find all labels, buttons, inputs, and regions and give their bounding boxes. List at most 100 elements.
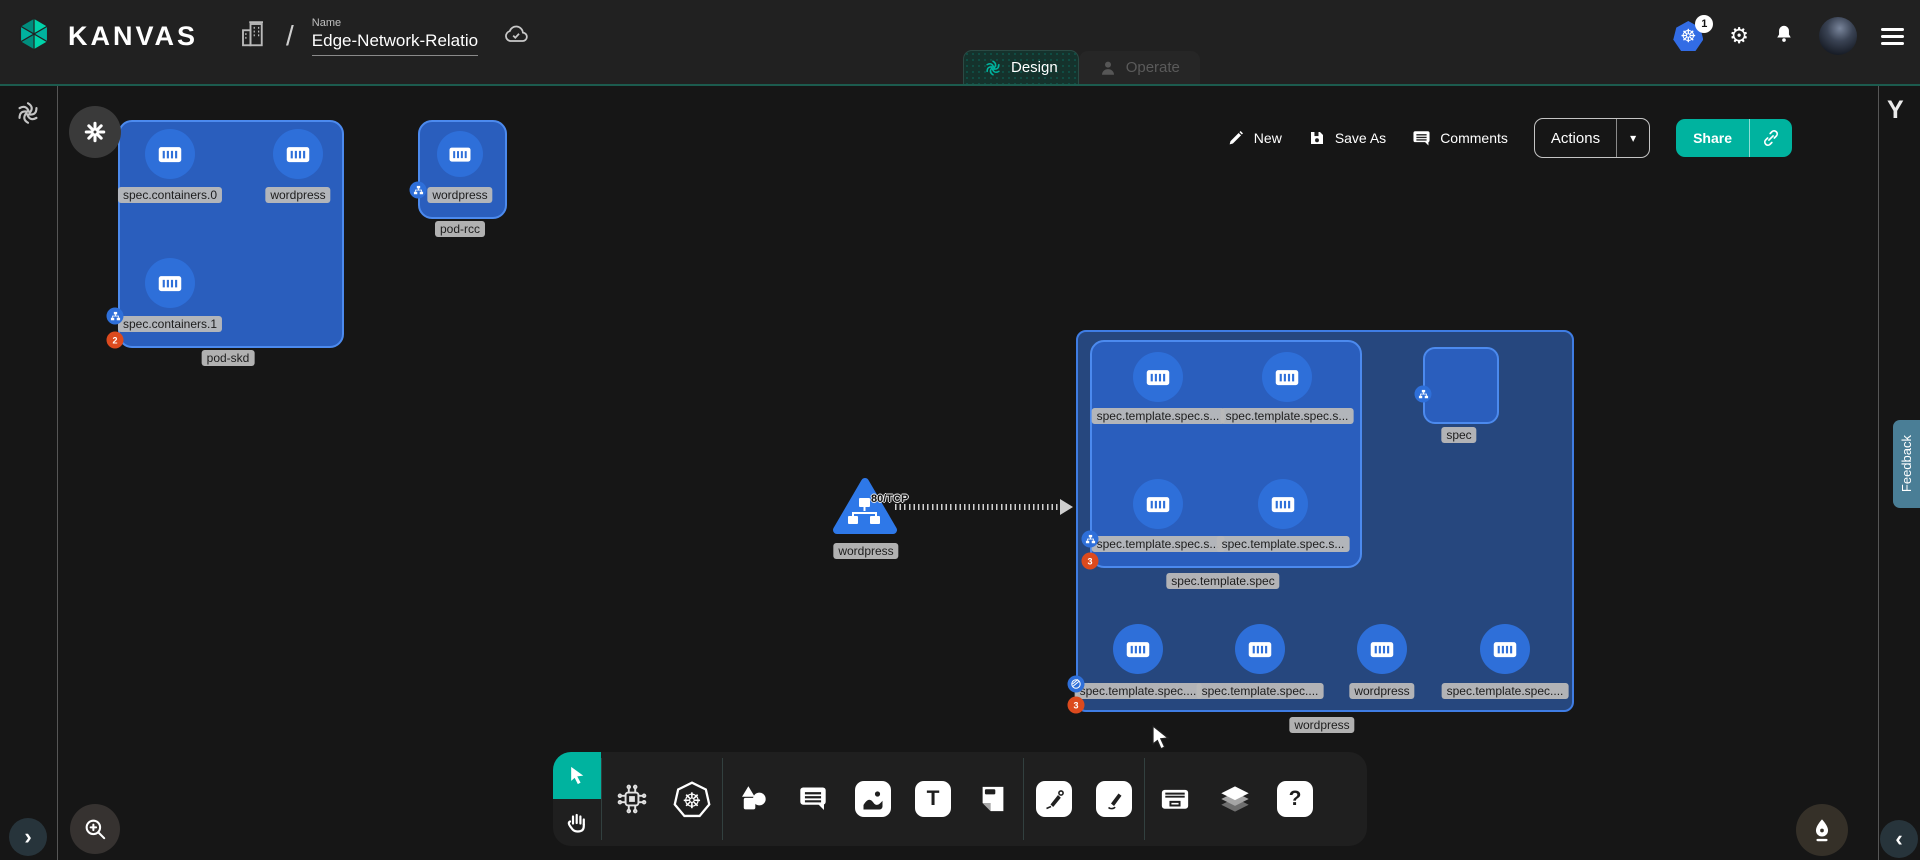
count-badge[interactable]: 3 bbox=[1068, 697, 1085, 714]
design-canvas[interactable]: › Y ‹ New Save As C bbox=[0, 84, 1920, 860]
container-node[interactable] bbox=[1113, 624, 1163, 674]
save-as-button[interactable]: Save As bbox=[1308, 129, 1386, 147]
group-label: wordpress bbox=[1289, 717, 1354, 733]
caret-down-icon[interactable]: ▾ bbox=[1617, 119, 1649, 157]
container-icon bbox=[155, 139, 185, 169]
container-node[interactable] bbox=[437, 131, 483, 177]
breadcrumb-separator: / bbox=[286, 20, 294, 52]
comments-button-label: Comments bbox=[1440, 130, 1508, 146]
tab-design-label: Design bbox=[1011, 59, 1058, 76]
group-spec-template-spec[interactable] bbox=[1090, 340, 1362, 568]
select-tool-button[interactable] bbox=[553, 752, 601, 799]
container-node[interactable] bbox=[1258, 479, 1308, 529]
node-spec-empty[interactable] bbox=[1423, 347, 1499, 424]
relationship-badge[interactable] bbox=[107, 308, 124, 325]
relationship-badge[interactable] bbox=[1068, 676, 1085, 693]
drawer-button[interactable] bbox=[1145, 752, 1205, 846]
pen-tool-button[interactable] bbox=[1024, 752, 1084, 846]
service-node[interactable] bbox=[831, 476, 899, 538]
container-node[interactable] bbox=[1235, 624, 1285, 674]
container-node[interactable] bbox=[1357, 624, 1407, 674]
collapsed-node[interactable] bbox=[69, 106, 121, 158]
floppy-icon bbox=[1308, 129, 1326, 147]
edge-port-label: 80/TCP bbox=[871, 493, 908, 505]
shapes-icon bbox=[738, 784, 768, 814]
container-node[interactable] bbox=[145, 129, 195, 179]
freehand-tool-button[interactable] bbox=[1084, 752, 1144, 846]
note-icon bbox=[978, 784, 1008, 814]
canvas-action-bar: New Save As Comments Actions ▾ Share bbox=[1227, 119, 1792, 157]
menu-hamburger-icon[interactable] bbox=[1881, 28, 1904, 45]
chevron-left-icon: ‹ bbox=[1895, 828, 1902, 850]
copy-link-icon[interactable] bbox=[1750, 119, 1792, 157]
notifications-bell-icon[interactable] bbox=[1773, 22, 1795, 51]
design-name-value[interactable]: Edge-Network-Relatio bbox=[312, 31, 478, 56]
layers-icon bbox=[1219, 783, 1251, 815]
kubernetes-context-button[interactable]: ☸ 1 bbox=[1673, 21, 1705, 51]
container-node[interactable] bbox=[1480, 624, 1530, 674]
design-name-field[interactable]: Name Edge-Network-Relatio bbox=[312, 17, 478, 56]
layer5-y-icon[interactable]: Y bbox=[1887, 96, 1904, 125]
expand-left-panel-button[interactable]: › bbox=[9, 818, 47, 856]
pan-tool-button[interactable] bbox=[553, 799, 601, 846]
shapes-tool-button[interactable] bbox=[723, 752, 783, 846]
hand-icon bbox=[565, 811, 589, 835]
image-icon bbox=[855, 781, 891, 817]
save-as-button-label: Save As bbox=[1335, 130, 1386, 146]
meshery-spinner-icon[interactable] bbox=[15, 100, 41, 131]
kubernetes-tool-button[interactable]: ☸ bbox=[662, 752, 722, 846]
settings-gear-icon[interactable]: ⚙ bbox=[1729, 25, 1749, 47]
node-label: wordpress bbox=[833, 543, 898, 559]
text-tool-button[interactable]: T bbox=[903, 752, 963, 846]
image-tool-button[interactable] bbox=[843, 752, 903, 846]
tab-design[interactable]: Design bbox=[963, 50, 1079, 84]
brand-wordmark: KANVAS bbox=[68, 21, 198, 52]
node-label: spec.template.spec.s... bbox=[1092, 408, 1225, 424]
kanvas-logo-icon[interactable] bbox=[16, 16, 52, 57]
node-label: spec.template.spec.... bbox=[1197, 683, 1324, 699]
name-label: Name bbox=[312, 17, 478, 29]
container-node[interactable] bbox=[273, 129, 323, 179]
user-avatar[interactable] bbox=[1819, 17, 1857, 55]
annotation-pen-button[interactable] bbox=[1796, 804, 1848, 856]
chevron-right-icon: › bbox=[24, 826, 31, 848]
comment-tool-button[interactable] bbox=[783, 752, 843, 846]
container-node[interactable] bbox=[1133, 352, 1183, 402]
comment-icon bbox=[1412, 129, 1431, 148]
help-button[interactable]: ? bbox=[1265, 752, 1325, 846]
comments-button[interactable]: Comments bbox=[1412, 129, 1508, 148]
pencil-icon bbox=[1096, 781, 1132, 817]
zoom-button[interactable] bbox=[70, 804, 120, 854]
tab-operate-label: Operate bbox=[1126, 59, 1180, 76]
note-tool-button[interactable] bbox=[963, 752, 1023, 846]
feedback-tab[interactable]: Feedback bbox=[1893, 420, 1920, 508]
edge-arrowhead bbox=[1060, 499, 1073, 515]
node-label: spec.template.spec.s... bbox=[1221, 408, 1354, 424]
relationship-badge[interactable] bbox=[410, 182, 427, 199]
cloud-saved-icon bbox=[502, 20, 530, 53]
edge-wordpress-to-group[interactable] bbox=[895, 504, 1061, 510]
organization-icon[interactable] bbox=[238, 19, 268, 54]
new-button[interactable]: New bbox=[1227, 129, 1282, 147]
mode-tabs: Design Operate bbox=[963, 50, 1200, 84]
feedback-label: Feedback bbox=[1899, 435, 1914, 492]
sitemap-icon bbox=[110, 311, 120, 321]
text-icon: T bbox=[915, 781, 951, 817]
group-label: pod-rcc bbox=[435, 221, 485, 237]
pencil-icon bbox=[1227, 129, 1245, 147]
node-label: spec.template.spec.s... bbox=[1092, 536, 1225, 552]
layers-button[interactable] bbox=[1205, 752, 1265, 846]
archive-drawer-icon bbox=[1159, 783, 1191, 815]
relationship-badge[interactable] bbox=[1415, 386, 1432, 403]
container-node[interactable] bbox=[1133, 479, 1183, 529]
count-badge[interactable]: 3 bbox=[1082, 553, 1099, 570]
tab-operate[interactable]: Operate bbox=[1079, 51, 1200, 84]
container-node[interactable] bbox=[145, 258, 195, 308]
container-node[interactable] bbox=[1262, 352, 1312, 402]
actions-dropdown-button[interactable]: Actions ▾ bbox=[1534, 118, 1650, 158]
components-tool-button[interactable] bbox=[602, 752, 662, 846]
count-badge[interactable]: 2 bbox=[107, 332, 124, 349]
expand-right-panel-button[interactable]: ‹ bbox=[1880, 820, 1918, 858]
share-button[interactable]: Share bbox=[1676, 119, 1792, 157]
relationship-badge[interactable] bbox=[1082, 531, 1099, 548]
